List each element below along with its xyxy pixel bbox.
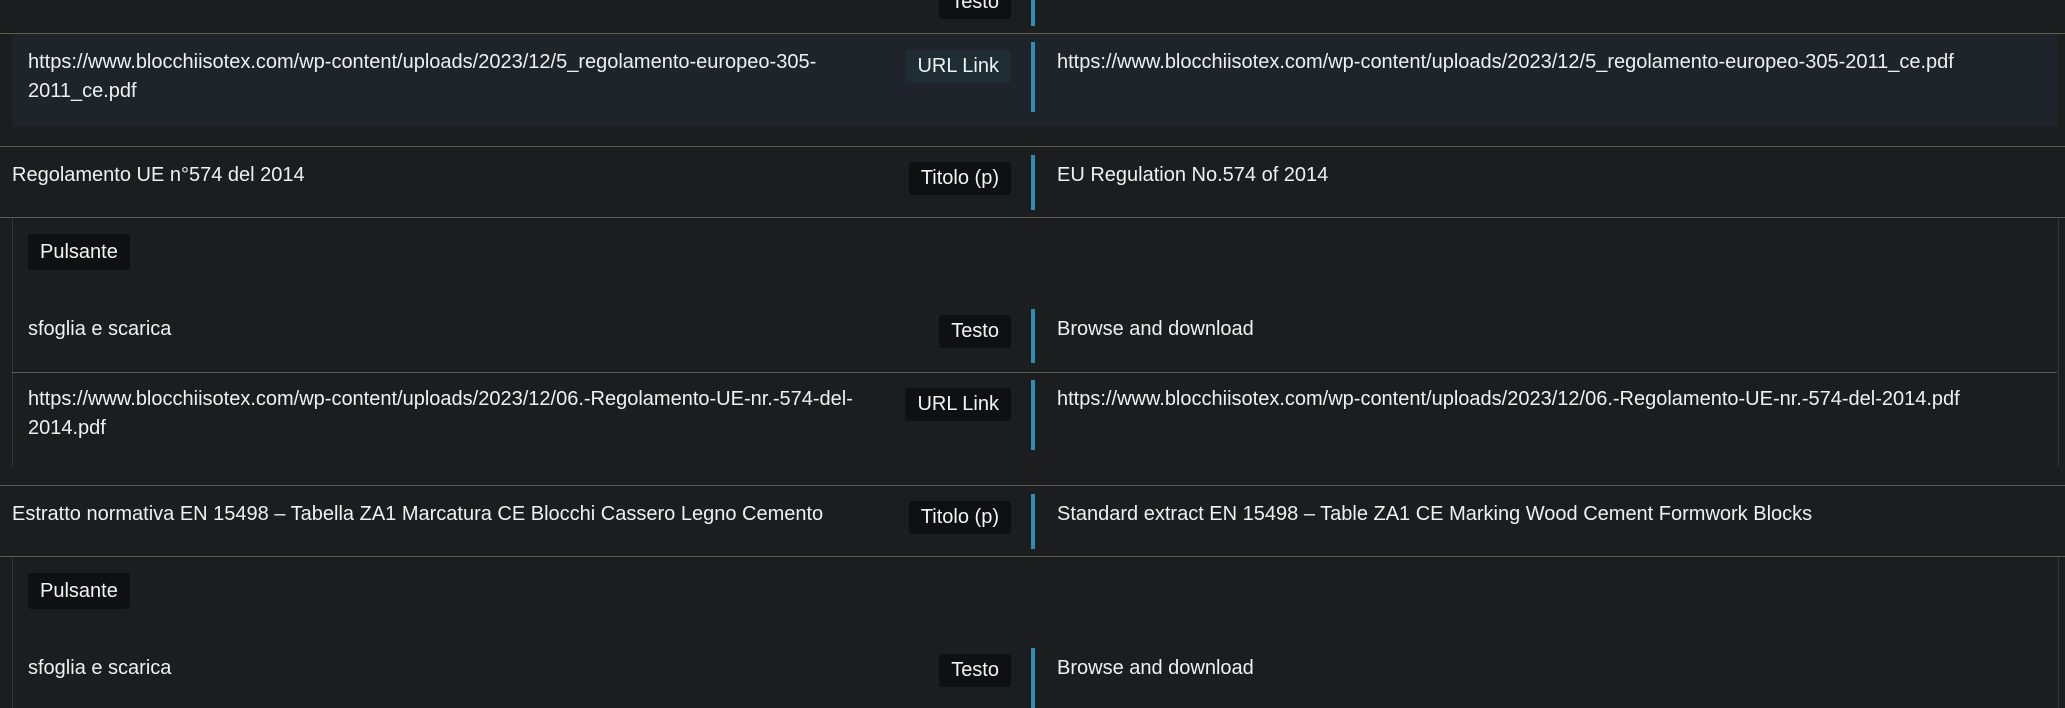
tag-text: Testo [939,654,1011,687]
tag-text: Testo [939,315,1011,348]
button-group [12,557,2059,708]
translation-bar [1031,494,1035,549]
source-text: https://www.blocchiisotex.com/wp-content… [28,51,817,102]
translation-bar [1031,155,1035,210]
tag-title: Titolo (p) [908,501,1011,534]
translation-bar [1031,0,1035,26]
translation-editor: Testo https://www.blocchiisotex.com/wp-c… [0,0,2065,708]
translation-bar [1031,309,1035,363]
source-text: Estratto normativa EN 15498 – Tabella ZA… [12,503,824,525]
row-divider [0,485,2065,486]
translation-text[interactable]: Standard extract EN 15498 – Table ZA1 CE… [1057,500,1812,529]
translation-text[interactable]: https://www.blocchiisotex.com/wp-content… [1057,48,1954,77]
source-text: sfoglia e scarica [28,318,172,340]
row-divider [0,146,2065,147]
translation-text[interactable]: Browse and download [1057,654,1254,683]
translation-bar [1031,380,1035,450]
translation-text[interactable]: Browse and download [1057,315,1254,344]
source-text: sfoglia e scarica [28,657,172,679]
tag-url-link: URL Link [905,388,1011,421]
tag-button: Pulsante [28,234,130,270]
translation-text[interactable]: EU Regulation No.574 of 2014 [1057,161,1328,190]
translation-text[interactable]: https://www.blocchiisotex.com/wp-content… [1057,385,1960,414]
row-divider [12,372,2057,373]
translation-bar [1031,648,1035,708]
source-text: Regolamento UE n°574 del 2014 [12,164,305,186]
tag-text-partial: Testo [939,0,1011,19]
translation-bar [1031,42,1035,112]
tag-title: Titolo (p) [908,162,1011,195]
tag-url-link: URL Link [905,50,1011,83]
tag-button: Pulsante [28,573,130,609]
source-text: https://www.blocchiisotex.com/wp-content… [28,388,853,439]
